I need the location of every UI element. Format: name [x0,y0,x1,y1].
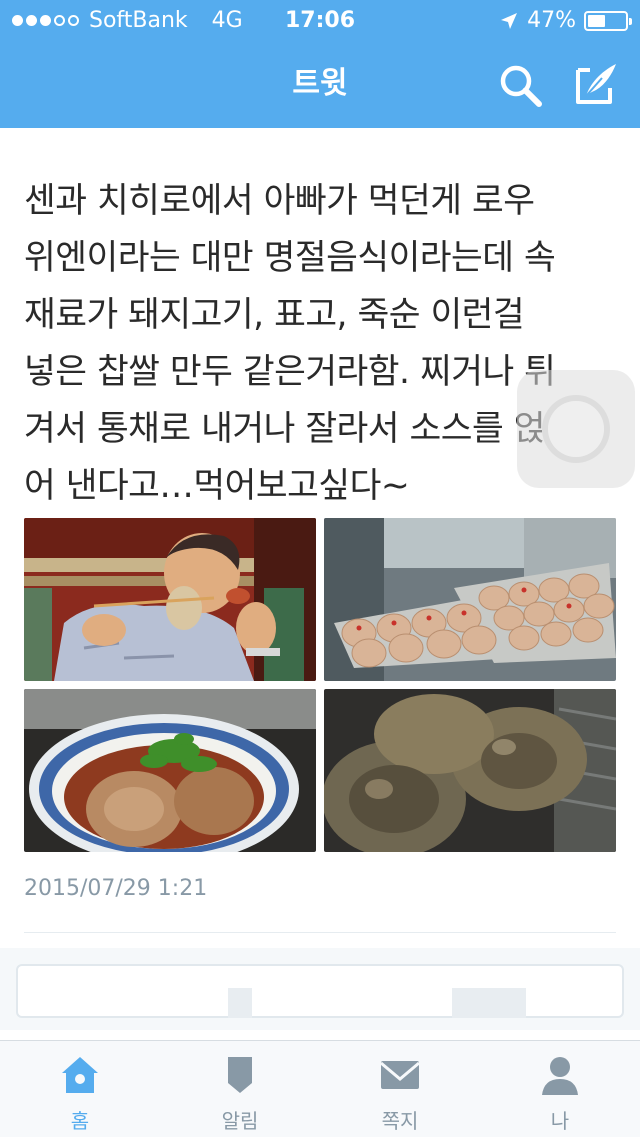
assistive-touch-button[interactable] [517,370,635,488]
bell-icon [228,1057,252,1093]
tab-home[interactable]: 홈 [0,1041,160,1137]
battery-icon [584,10,632,31]
tweet-timestamp: 2015/07/29 1:21 [24,876,208,901]
status-bar: SoftBank 4G 17:06 47% [0,0,640,40]
tab-me[interactable]: 나 [480,1041,640,1137]
tab-messages[interactable]: 쪽지 [320,1041,480,1137]
location-arrow-icon [501,12,518,29]
tweet-photo-bowl[interactable] [24,689,316,852]
reply-input[interactable] [16,964,624,1018]
compose-button[interactable] [572,60,620,108]
tweet-photo-trays[interactable] [324,518,616,681]
tab-bar: 홈 알림 쪽지 나 [0,1040,640,1137]
compose-icon [576,64,616,104]
reply-area [0,948,640,1030]
search-icon [500,65,542,107]
battery-level-fill [588,14,605,27]
tab-notifications-label: 알림 [221,1109,259,1133]
divider [24,932,616,933]
status-right: 47% [499,8,632,33]
tweet-photo-anime[interactable] [24,518,316,681]
envelope-icon [380,1061,420,1089]
tab-messages-label: 쪽지 [381,1109,419,1133]
tab-notifications[interactable]: 알림 [160,1041,320,1137]
top-bar: SoftBank 4G 17:06 47% 트윗 [0,0,640,128]
tab-me-label: 나 [550,1109,570,1133]
tab-home-label: 홈 [70,1109,90,1133]
battery-percent: 47% [527,8,576,33]
reply-input-obscured [228,988,252,1018]
person-icon [542,1057,578,1095]
search-button[interactable] [497,62,545,110]
tweet-photo-dumplings[interactable] [324,689,616,852]
home-icon [62,1057,98,1093]
reply-input-obscured [452,988,526,1018]
